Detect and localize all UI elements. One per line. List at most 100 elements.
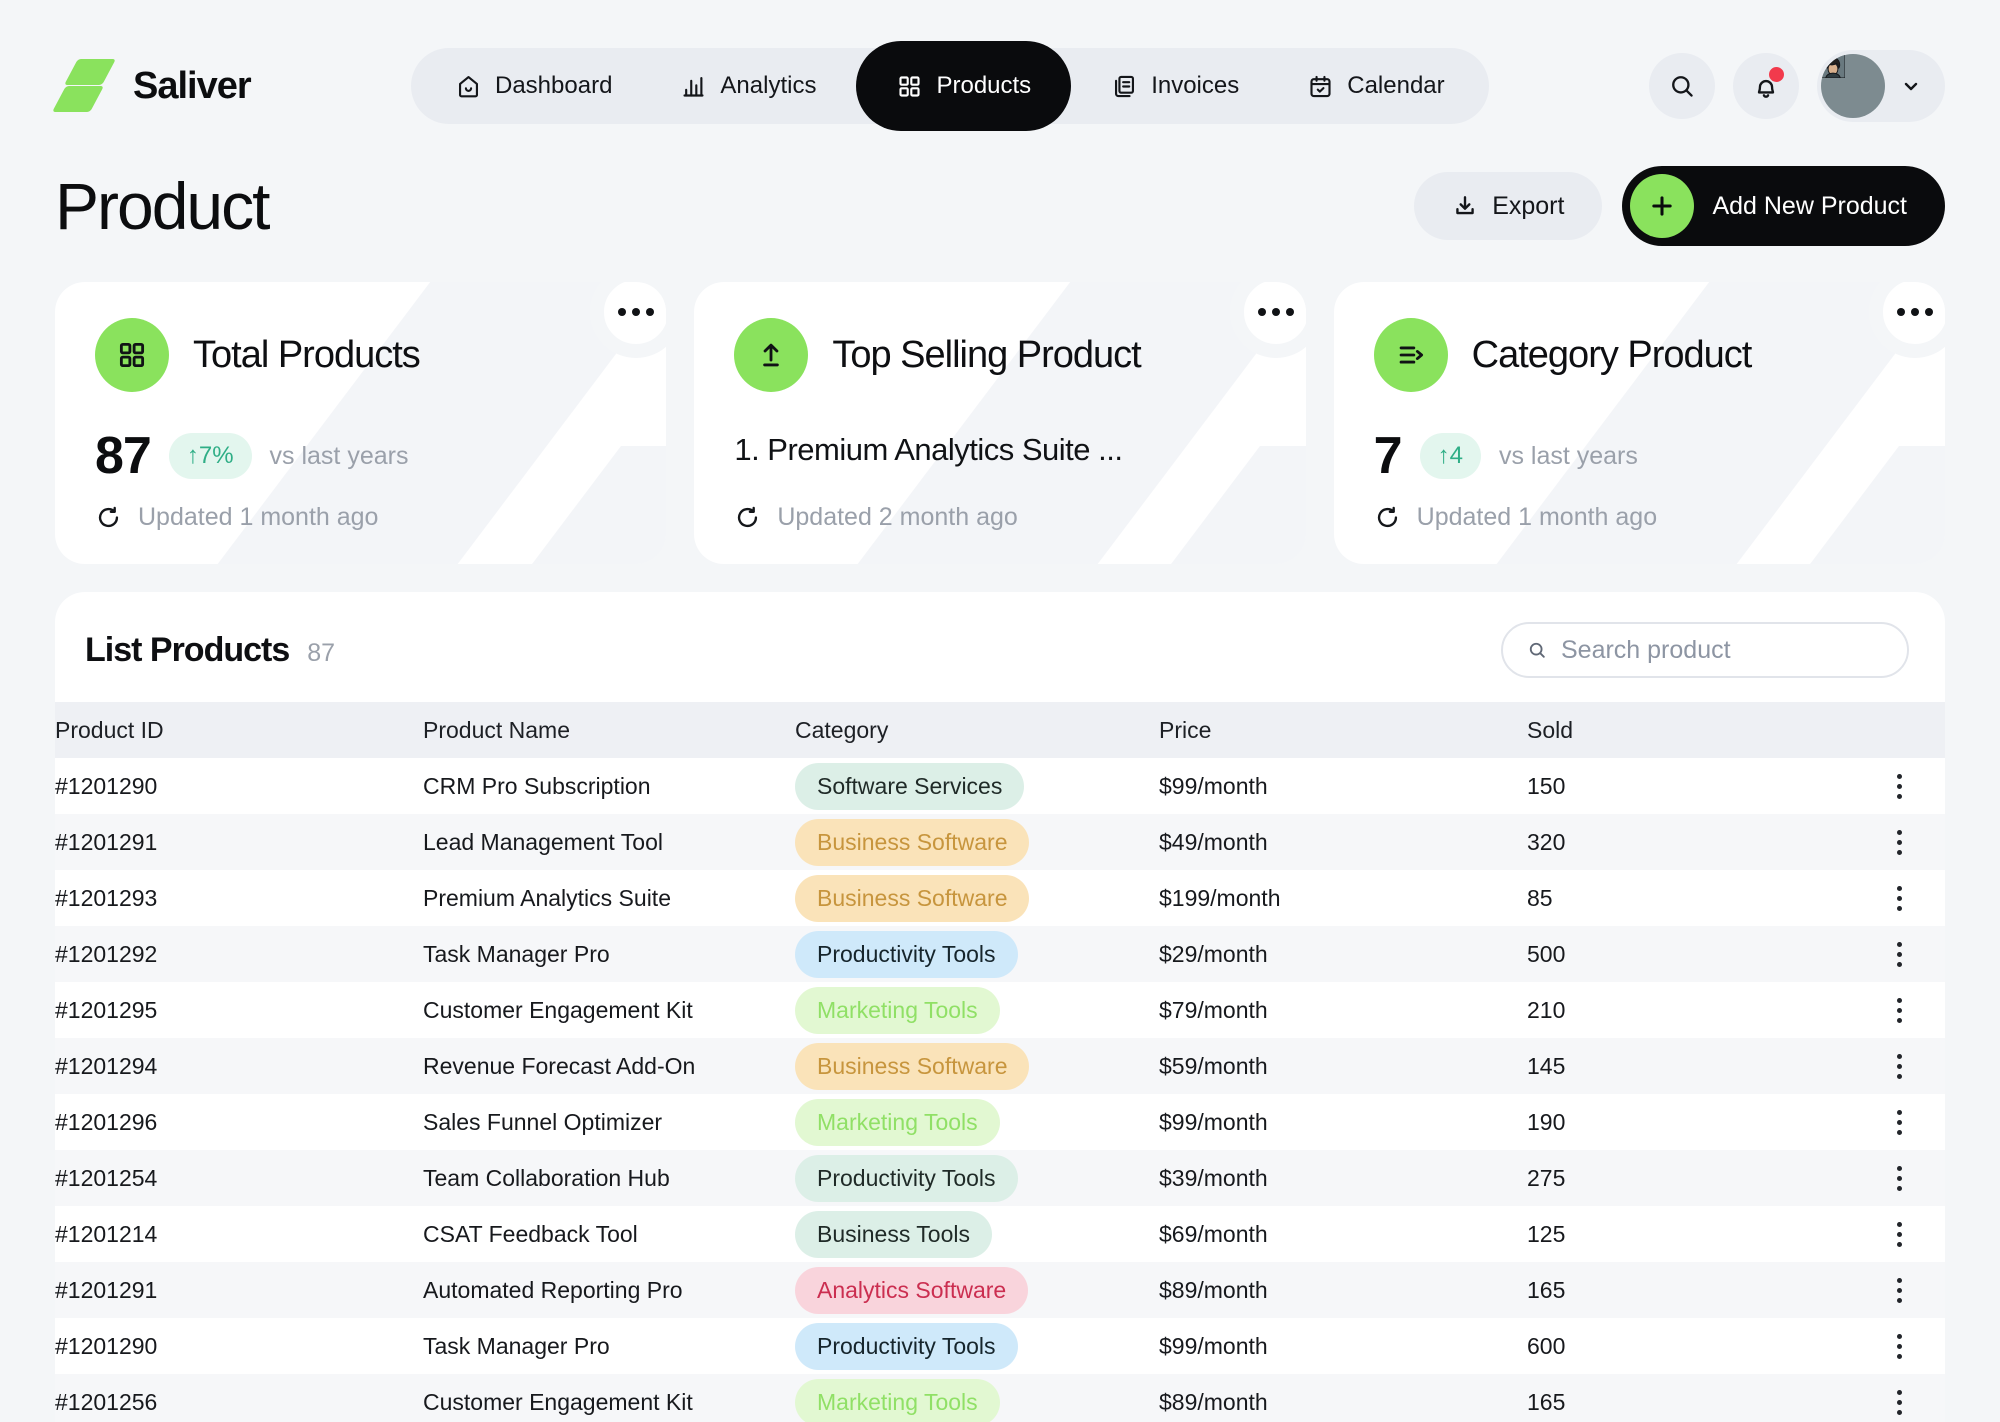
row-menu-button[interactable] (1879, 822, 1919, 862)
category-badge: Productivity Tools (795, 1323, 1018, 1370)
main-nav: Dashboard Analytics Products Invoices Ca… (411, 48, 1489, 124)
table-row[interactable]: #1201291 Lead Management Tool Business S… (55, 814, 1945, 870)
price-cell: $99/month (1159, 1094, 1527, 1150)
list-title: List Products (85, 631, 289, 670)
download-icon (1452, 193, 1478, 219)
category-cell: Productivity Tools (795, 926, 1159, 982)
stat-value: 87 (95, 426, 151, 486)
sold-cell: 190 (1527, 1094, 1879, 1150)
nav-item-invoices[interactable]: Invoices (1081, 58, 1269, 114)
nav-item-products[interactable]: Products (856, 41, 1071, 131)
table-row[interactable]: #1201214 CSAT Feedback Tool Business Too… (55, 1206, 1945, 1262)
col-product-name: Product Name (423, 702, 795, 758)
category-cell: Software Services (795, 758, 1159, 814)
table-row[interactable]: #1201290 Task Manager Pro Productivity T… (55, 1318, 1945, 1374)
topbar: Saliver Dashboard Analytics Products I (55, 40, 1945, 132)
row-menu-button[interactable] (1879, 1214, 1919, 1254)
top-selling-icon (734, 318, 808, 392)
search-product-input[interactable] (1561, 636, 1883, 665)
search-icon (1668, 72, 1696, 100)
table-row[interactable]: #1201291 Automated Reporting Pro Analyti… (55, 1262, 1945, 1318)
category-cell: Marketing Tools (795, 1094, 1159, 1150)
category-cell: Marketing Tools (795, 982, 1159, 1038)
row-menu-button[interactable] (1879, 1102, 1919, 1142)
top-product-label: 1. Premium Analytics Suite ... (734, 432, 1265, 468)
table-row[interactable]: #1201295 Customer Engagement Kit Marketi… (55, 982, 1945, 1038)
refresh-icon (1374, 504, 1401, 531)
price-cell: $29/month (1159, 926, 1527, 982)
search-button[interactable] (1649, 53, 1715, 119)
nav-item-analytics[interactable]: Analytics (650, 58, 846, 114)
price-cell: $99/month (1159, 758, 1527, 814)
product-name-cell: Sales Funnel Optimizer (423, 1094, 795, 1150)
price-cell: $69/month (1159, 1206, 1527, 1262)
sold-cell: 165 (1527, 1262, 1879, 1318)
search-icon (1527, 637, 1547, 663)
col-sold: Sold (1527, 702, 1879, 758)
sold-cell: 320 (1527, 814, 1879, 870)
product-name-cell: Team Collaboration Hub (423, 1150, 795, 1206)
row-menu-button[interactable] (1879, 990, 1919, 1030)
nav-item-calendar[interactable]: Calendar (1277, 58, 1474, 114)
compare-label: vs last years (1499, 442, 1638, 471)
calendar-icon (1307, 73, 1334, 100)
list-count: 87 (307, 639, 335, 668)
sold-cell: 500 (1527, 926, 1879, 982)
col-product-id: Product ID (55, 702, 423, 758)
row-menu-button[interactable] (1879, 878, 1919, 918)
table-row[interactable]: #1201290 CRM Pro Subscription Software S… (55, 758, 1945, 814)
product-dashboard: Saliver Dashboard Analytics Products I (0, 0, 2000, 1422)
category-badge: Business Tools (795, 1211, 992, 1258)
row-menu-button[interactable] (1879, 1158, 1919, 1198)
plus-icon (1630, 174, 1694, 238)
sold-cell: 275 (1527, 1150, 1879, 1206)
category-badge: Business Software (795, 819, 1029, 866)
category-product-card: Category Product 7 ↑4 vs last years Upda… (1334, 282, 1945, 564)
category-badge: Analytics Software (795, 1267, 1028, 1314)
row-menu-button[interactable] (1879, 934, 1919, 974)
category-cell: Marketing Tools (795, 1374, 1159, 1422)
brand: Saliver (55, 57, 251, 115)
sold-cell: 150 (1527, 758, 1879, 814)
grid-icon (95, 318, 169, 392)
saliver-logo-icon (55, 57, 117, 115)
export-button[interactable]: Export (1414, 172, 1602, 240)
notifications-button[interactable] (1733, 53, 1799, 119)
category-badge: Software Services (795, 763, 1024, 810)
price-cell: $99/month (1159, 1318, 1527, 1374)
row-menu-button[interactable] (1879, 1326, 1919, 1366)
row-menu-button[interactable] (1879, 1382, 1919, 1422)
category-cell: Productivity Tools (795, 1318, 1159, 1374)
sold-cell: 145 (1527, 1038, 1879, 1094)
row-menu-button[interactable] (1879, 1046, 1919, 1086)
product-name-cell: Revenue Forecast Add-On (423, 1038, 795, 1094)
table-row[interactable]: #1201296 Sales Funnel Optimizer Marketin… (55, 1094, 1945, 1150)
product-name-cell: Automated Reporting Pro (423, 1262, 795, 1318)
product-name-cell: CSAT Feedback Tool (423, 1206, 795, 1262)
table-row[interactable]: #1201254 Team Collaboration Hub Producti… (55, 1150, 1945, 1206)
delta-badge: ↑4 (1420, 433, 1481, 479)
user-menu[interactable] (1817, 50, 1945, 122)
table-row[interactable]: #1201292 Task Manager Pro Productivity T… (55, 926, 1945, 982)
category-cell: Productivity Tools (795, 1150, 1159, 1206)
top-selling-card: Top Selling Product 1. Premium Analytics… (694, 282, 1305, 564)
total-products-card: Total Products 87 ↑7% vs last years Upda… (55, 282, 666, 564)
list-products-card: List Products 87 Product ID Product Name (55, 592, 1945, 1422)
table-row[interactable]: #1201294 Revenue Forecast Add-On Busines… (55, 1038, 1945, 1094)
category-cell: Business Tools (795, 1206, 1159, 1262)
row-menu-button[interactable] (1879, 766, 1919, 806)
sold-cell: 85 (1527, 870, 1879, 926)
table-row[interactable]: #1201256 Customer Engagement Kit Marketi… (55, 1374, 1945, 1422)
price-cell: $79/month (1159, 982, 1527, 1038)
product-name-cell: Customer Engagement Kit (423, 1374, 795, 1422)
table-row[interactable]: #1201293 Premium Analytics Suite Busines… (55, 870, 1945, 926)
col-category: Category (795, 702, 1159, 758)
category-badge: Productivity Tools (795, 931, 1018, 978)
row-menu-button[interactable] (1879, 1270, 1919, 1310)
add-new-product-button[interactable]: Add New Product (1622, 166, 1945, 246)
nav-item-dashboard[interactable]: Dashboard (425, 58, 642, 114)
product-id-cell: #1201290 (55, 1318, 423, 1374)
updated-label: Updated 1 month ago (1417, 503, 1657, 532)
products-table: Product ID Product Name Category Price S… (55, 702, 1945, 1422)
stat-cards: Total Products 87 ↑7% vs last years Upda… (55, 282, 1945, 564)
